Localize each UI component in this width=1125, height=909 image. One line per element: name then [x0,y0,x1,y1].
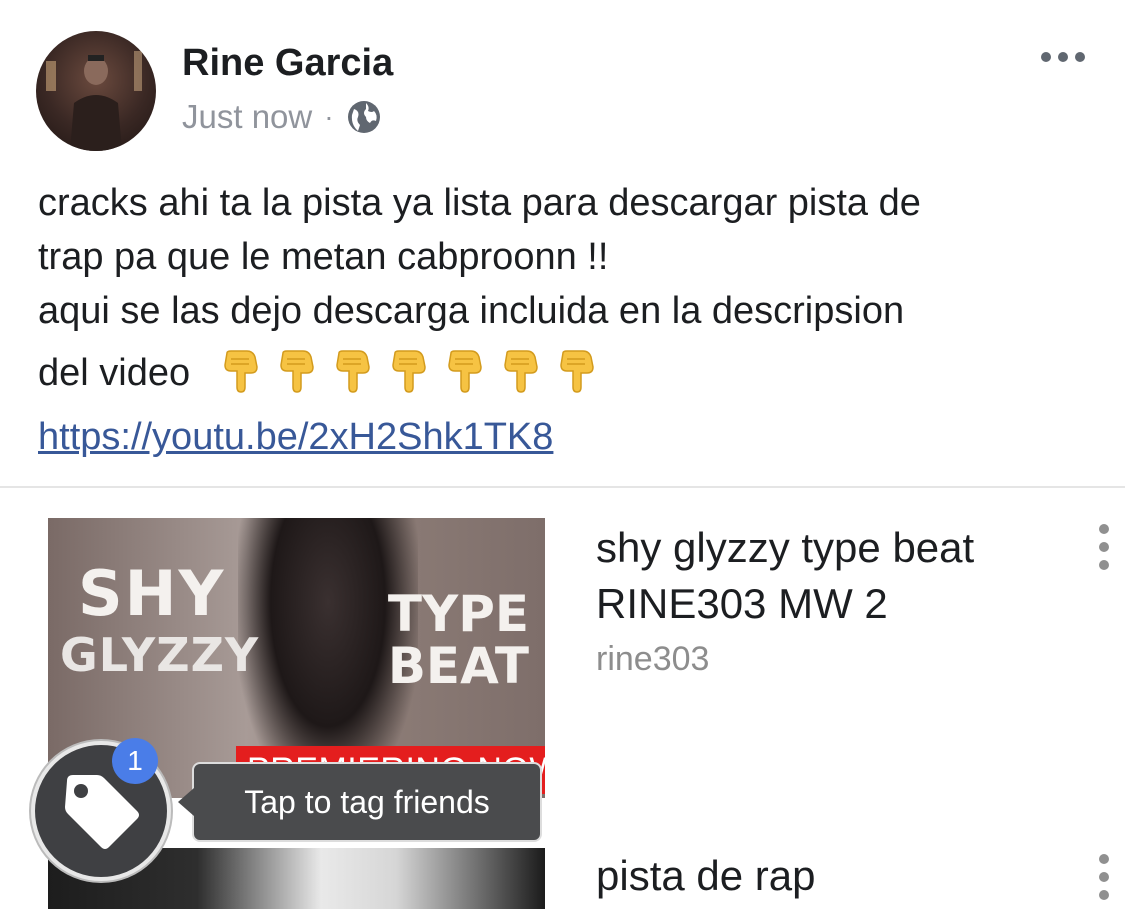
post-timestamp[interactable]: Just now [182,98,312,136]
pointing-down-emojis [221,349,597,393]
post-author[interactable]: Rine Garcia [182,42,393,85]
video-options-button-2[interactable] [1099,854,1109,900]
video-channel[interactable]: rine303 [596,640,709,679]
video-title-2[interactable]: pista de rap [596,848,815,904]
pointing-down-emoji [559,350,594,393]
avatar[interactable] [36,31,156,151]
post-text: cracks ahi ta la pista ya lista para des… [38,176,1098,464]
thumbnail-text-type-beat: TYPE BEAT [388,588,529,692]
post-text-fragment: del video [38,352,191,394]
thumbnail-text-shy: SHY [78,557,226,630]
meta-separator: · [324,101,334,132]
thumbnail-text-glyzzy: GLYZZY [60,628,260,682]
avatar-photo [46,51,142,151]
post-link[interactable]: https://youtu.be/2xH2Shk1TK8 [38,410,1098,464]
tag-friends-tooltip[interactable]: Tap to tag friends [178,762,542,842]
more-vertical-icon [1099,854,1109,864]
pointing-down-emoji [391,350,426,393]
more-vertical-icon [1099,524,1109,534]
pointing-down-emoji [503,350,538,393]
more-options-button[interactable] [1041,52,1085,62]
more-horizontal-icon [1041,52,1051,62]
pointing-down-emoji [335,350,370,393]
post-text-line: cracks ahi ta la pista ya lista para des… [38,182,921,224]
post-text-line-last: del video [38,338,1098,408]
pointing-down-emoji [223,350,258,393]
pointing-down-emoji [279,350,314,393]
video-title[interactable]: shy glyzzy type beat RINE303 MW 2 [596,520,1056,632]
pointing-down-emoji [447,350,482,393]
post-text-line: trap pa que le metan cabproonn !! [38,236,609,278]
thumbnail-text-beat: BEAT [387,637,529,695]
thumbnail-text-type: TYPE [387,585,529,643]
video-options-button[interactable] [1099,524,1109,570]
video-list-card: SHY GLYZZY TYPE BEAT PREMIERING NOW shy … [0,486,1125,909]
notification-badge: 1 [112,738,158,784]
post-text-line: aqui se las dejo descarga incluida en la… [38,290,905,332]
globe-icon [347,101,380,133]
post-meta: Just now · [182,98,382,136]
